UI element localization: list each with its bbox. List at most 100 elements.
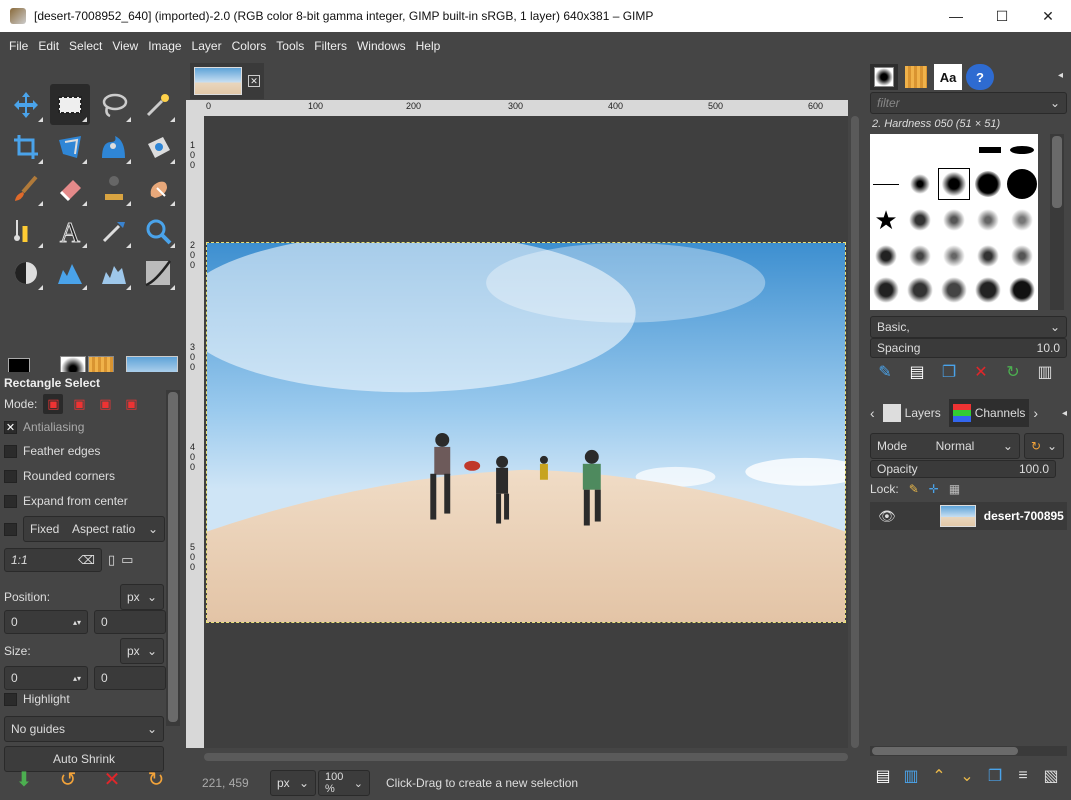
restore-options-icon[interactable]: ↺ — [56, 766, 80, 792]
brush-cell[interactable] — [974, 134, 1006, 166]
scrollbar-thumb[interactable] — [851, 116, 859, 748]
highlight-row[interactable]: Highlight — [4, 692, 70, 706]
brush-filter-input[interactable]: filter ⌄ — [870, 92, 1067, 114]
size-y-input[interactable]: 0 — [94, 666, 166, 690]
save-options-icon[interactable]: ⬇ — [12, 766, 36, 792]
ruler-corner[interactable] — [186, 100, 204, 116]
close-image-icon[interactable]: ✕ — [248, 75, 260, 87]
open-brush-as-image-icon[interactable]: ▥ — [1034, 362, 1056, 382]
menu-help[interactable]: Help — [411, 39, 446, 53]
anchor-layer-icon[interactable]: ≡ — [1012, 767, 1034, 785]
spin-icon[interactable]: ▴▾ — [73, 618, 81, 627]
brush-cell[interactable] — [972, 240, 1004, 272]
new-layer-icon[interactable]: ▤ — [872, 766, 894, 786]
duplicate-brush-icon[interactable]: ❐ — [938, 362, 960, 382]
clone-stamp-icon[interactable] — [94, 168, 134, 209]
canvas-horizontal-scrollbar[interactable] — [204, 748, 848, 766]
brush-grid-scrollbar[interactable] — [1050, 134, 1064, 310]
size-unit-select[interactable]: px ⌄ — [120, 638, 164, 664]
brush-cell[interactable] — [870, 240, 902, 272]
lock-pixels-icon[interactable]: ✎ — [909, 482, 919, 496]
delete-brush-icon[interactable]: ✕ — [970, 362, 992, 382]
size-x-input[interactable]: 0 ▴▾ — [4, 666, 88, 690]
spacing-slider[interactable]: Spacing 10.0 — [870, 338, 1067, 358]
menu-view[interactable]: View — [107, 39, 143, 53]
minimize-button[interactable]: — — [933, 0, 979, 32]
lasso-select-icon[interactable] — [94, 84, 134, 125]
move-tool-icon[interactable] — [6, 84, 46, 125]
edit-brush-icon[interactable]: ✎ — [874, 362, 896, 382]
clear-icon[interactable]: ⌫ — [78, 553, 95, 567]
brush-cell-selected[interactable] — [938, 168, 970, 200]
crop-icon[interactable] — [6, 126, 46, 167]
expand-row[interactable]: Expand from center — [4, 494, 128, 508]
brush-cell[interactable] — [972, 204, 1004, 236]
mode-subtract-icon[interactable]: ▣ — [95, 394, 115, 414]
antialiasing-row[interactable]: ✕ Antialiasing — [4, 420, 84, 434]
menu-select[interactable]: Select — [64, 39, 107, 53]
raise-layer-icon[interactable]: ⌃ — [928, 766, 950, 786]
histogram-icon[interactable] — [94, 252, 134, 293]
levels-icon[interactable] — [50, 252, 90, 293]
color-picker-icon[interactable] — [94, 210, 134, 251]
magic-wand-icon[interactable] — [138, 84, 178, 125]
brush-cell[interactable] — [904, 274, 936, 306]
feather-checkbox[interactable] — [4, 444, 17, 458]
scrollbar-thumb[interactable] — [168, 392, 178, 722]
patterns-tab-icon[interactable] — [902, 64, 930, 90]
text-tool-icon[interactable]: A — [50, 210, 90, 251]
menu-filters[interactable]: Filters — [309, 39, 352, 53]
menu-image[interactable]: Image — [143, 39, 186, 53]
expand-checkbox[interactable] — [4, 494, 17, 508]
reset-options-icon[interactable]: ↻ — [144, 766, 168, 792]
help-tab-icon[interactable]: ? — [966, 64, 994, 90]
brush-cell[interactable] — [938, 274, 970, 306]
new-brush-icon[interactable]: ▤ — [906, 362, 928, 382]
handle-transform-icon[interactable] — [138, 126, 178, 167]
fonts-tab-icon[interactable]: Aa — [934, 64, 962, 90]
delete-options-icon[interactable]: ✕ — [100, 766, 124, 792]
tab-layers[interactable]: Layers — [879, 399, 945, 427]
lower-layer-icon[interactable]: ⌄ — [956, 766, 978, 786]
visibility-eye-icon[interactable]: 👁 — [878, 508, 896, 525]
rectangle-select-icon[interactable] — [50, 84, 90, 125]
brush-cell[interactable] — [972, 168, 1004, 200]
brush-cell[interactable] — [1006, 168, 1038, 200]
opacity-slider[interactable]: Opacity 100.0 — [870, 460, 1056, 478]
position-x-input[interactable]: 0 ▴▾ — [4, 610, 88, 634]
mode-add-icon[interactable]: ▣ — [69, 394, 89, 414]
brush-cell[interactable] — [904, 168, 936, 200]
dock-menu-icon[interactable]: ◂ — [1058, 70, 1063, 81]
scrollbar-thumb[interactable] — [204, 753, 848, 761]
paintbrush-icon[interactable] — [6, 168, 46, 209]
menu-windows[interactable]: Windows — [352, 39, 411, 53]
refresh-brushes-icon[interactable]: ↻ — [1002, 362, 1024, 382]
duplicate-layer-icon[interactable]: ❐ — [984, 766, 1006, 786]
maximize-button[interactable]: ☐ — [979, 0, 1025, 32]
brush-preset-select[interactable]: Basic, ⌄ — [870, 316, 1067, 338]
position-unit-select[interactable]: px ⌄ — [120, 584, 164, 610]
image-tab[interactable]: ✕ — [190, 63, 264, 99]
smudge-icon[interactable] — [138, 168, 178, 209]
zoom-icon[interactable] — [138, 210, 178, 251]
unified-transform-icon[interactable] — [50, 126, 90, 167]
warp-transform-icon[interactable] — [94, 126, 134, 167]
brush-cell[interactable] — [870, 274, 902, 306]
eraser-icon[interactable] — [50, 168, 90, 209]
fixed-mode-select[interactable]: Fixed Aspect ratio ⌄ — [23, 516, 165, 542]
antialiasing-checkbox[interactable]: ✕ — [4, 420, 17, 434]
horizontal-ruler[interactable]: 0 100 200 300 400 500 600 — [204, 100, 848, 116]
landscape-icon[interactable]: ▭ — [121, 552, 133, 568]
new-layer-group-icon[interactable]: ▥ — [900, 766, 922, 786]
rounded-checkbox[interactable] — [4, 469, 17, 483]
highlight-checkbox[interactable] — [4, 692, 17, 706]
status-unit-select[interactable]: px ⌄ — [270, 770, 316, 796]
brush-cell[interactable] — [1006, 274, 1038, 306]
brush-cell[interactable]: ★ — [870, 204, 902, 236]
zoom-select[interactable]: 100 % ⌄ — [318, 770, 370, 796]
feather-row[interactable]: Feather edges — [4, 444, 100, 458]
layers-horizontal-scrollbar[interactable] — [870, 746, 1067, 756]
curves-icon[interactable] — [138, 252, 178, 293]
mode-intersect-icon[interactable]: ▣ — [121, 394, 141, 414]
layer-mode-select[interactable]: Mode Normal ⌄ — [870, 433, 1020, 459]
